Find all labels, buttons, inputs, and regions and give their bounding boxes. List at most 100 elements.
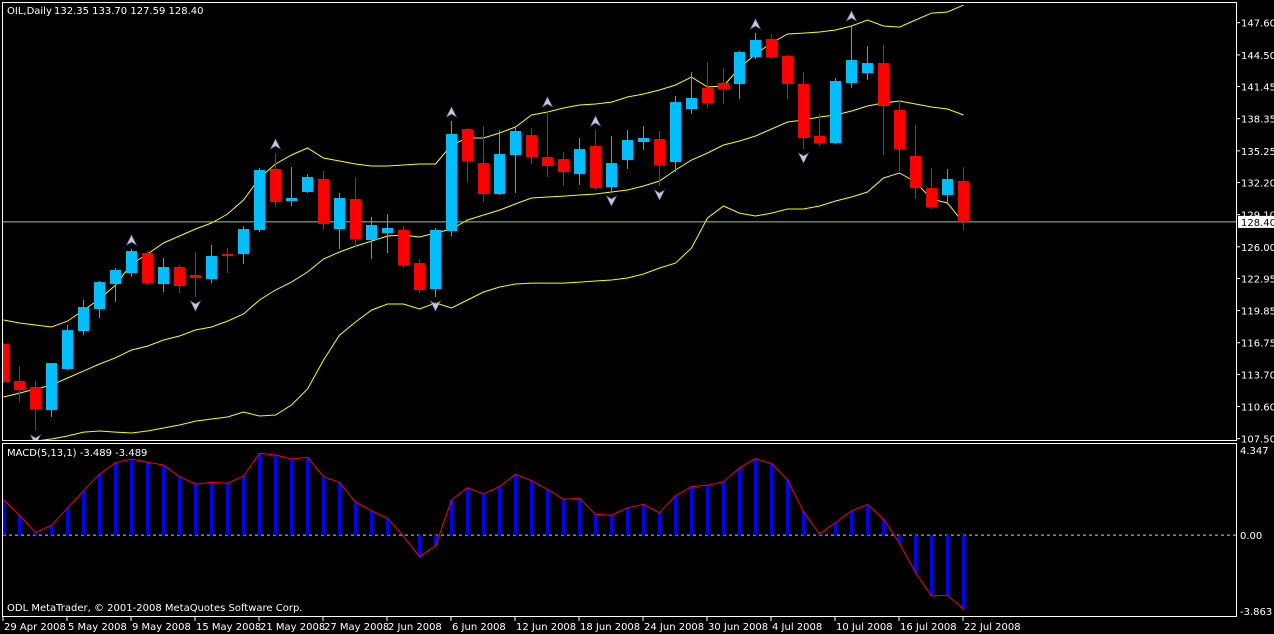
time-tick-label: 5 May 2008 — [68, 622, 127, 633]
macd-histogram-bar — [178, 476, 181, 536]
candle-body-bull — [366, 224, 377, 241]
macd-histogram-bar — [562, 499, 565, 536]
candle-body-bear — [318, 179, 329, 224]
price-tick-label: 144.50 — [1241, 51, 1274, 62]
macd-histogram-bar — [546, 489, 549, 536]
price-tick-label: 119.85 — [1241, 307, 1274, 318]
time-tick-label: 22 Jul 2008 — [964, 622, 1021, 633]
macd-histogram-bar — [114, 462, 117, 536]
candle-body-bear — [414, 263, 425, 291]
candle-body-bull — [254, 170, 265, 230]
candle[interactable] — [46, 363, 57, 418]
candle-body-bull — [862, 63, 873, 74]
macd-tick-label: 4.347 — [1240, 446, 1269, 457]
macd-histogram-bar — [306, 457, 309, 536]
candle-body-bull — [46, 363, 57, 411]
candle-body-bear — [958, 180, 969, 222]
candle[interactable] — [414, 259, 425, 294]
candle[interactable] — [430, 228, 441, 297]
candle[interactable] — [62, 325, 73, 371]
time-tick-label: 2 Jun 2008 — [388, 622, 442, 633]
candle[interactable] — [254, 167, 265, 233]
candle[interactable] — [830, 77, 841, 145]
candle-body-bull — [238, 229, 249, 255]
candle-body-bull — [382, 228, 393, 233]
time-tick-label: 18 Jun 2008 — [580, 622, 640, 633]
macd-histogram-bar — [482, 494, 485, 536]
macd-histogram-bar — [754, 458, 757, 536]
candle[interactable] — [142, 250, 153, 286]
candle-body-bull — [622, 140, 633, 161]
macd-histogram-bar — [290, 459, 293, 536]
macd-histogram-bar — [450, 499, 453, 536]
macd-histogram-bar — [146, 462, 149, 536]
candle-body-bear — [542, 157, 553, 166]
candle-body-bull — [94, 282, 105, 310]
macd-histogram-bar — [674, 495, 677, 536]
candle-body-bull — [78, 307, 89, 332]
macd-histogram-bar — [18, 514, 21, 536]
candle[interactable] — [398, 226, 409, 269]
time-tick-label: 9 May 2008 — [132, 622, 191, 633]
candle-body-bear — [782, 56, 793, 85]
candle-body-bull — [846, 60, 857, 83]
time-tick-label: 6 Jun 2008 — [452, 622, 506, 633]
candle-body-bear — [142, 253, 153, 284]
macd-histogram-bar — [514, 474, 517, 536]
candle-body-bear — [702, 88, 713, 103]
candle[interactable] — [670, 96, 681, 172]
macd-histogram-bar — [930, 535, 933, 596]
time-tick-label: 15 May 2008 — [196, 622, 261, 633]
chart-title-ohlc: 132.35 133.70 127.59 128.40 — [54, 6, 204, 17]
macd-histogram-bar — [242, 475, 245, 536]
current-price-label: 128.40 — [1238, 215, 1274, 229]
price-tick-label: 132.20 — [1241, 178, 1274, 189]
time-tick-label: 12 Jun 2008 — [516, 622, 576, 633]
candle-body-bull — [206, 256, 217, 280]
macd-histogram-bar — [594, 514, 597, 536]
candle-body-bull — [830, 81, 841, 144]
macd-histogram-bar — [162, 464, 165, 536]
candle-body-bear — [878, 63, 889, 107]
macd-histogram-bar — [274, 455, 277, 536]
time-tick-label: 16 Jul 2008 — [900, 622, 957, 633]
macd-histogram-bar — [98, 474, 101, 536]
candle[interactable] — [446, 121, 457, 236]
time-tick-label: 10 Jul 2008 — [836, 622, 893, 633]
candle-body-bear — [30, 387, 41, 410]
macd-histogram-bar — [690, 486, 693, 536]
macd-histogram-bar — [82, 490, 85, 536]
candle-body-bull — [734, 52, 745, 85]
candle-body-bear — [478, 163, 489, 194]
price-tick-label: 116.75 — [1241, 339, 1274, 350]
macd-histogram-bar — [722, 481, 725, 536]
macd-histogram-bar — [130, 459, 133, 536]
macd-histogram-bar — [354, 502, 357, 536]
chart-title-symbol: OIL,Daily — [7, 6, 52, 17]
time-tick-label: 21 May 2008 — [260, 622, 325, 633]
macd-histogram-bar — [370, 510, 373, 536]
macd-histogram-bar — [642, 504, 645, 536]
candle-body-bull — [574, 149, 585, 175]
candle[interactable] — [318, 171, 329, 230]
macd-histogram-bar — [914, 535, 917, 573]
price-tick-label: 126.00 — [1241, 243, 1274, 254]
candle[interactable] — [126, 249, 137, 277]
time-tick-label: 4 Jul 2008 — [772, 622, 822, 633]
candle-body-bull — [62, 330, 73, 369]
candle-body-bear — [270, 168, 281, 202]
macd-histogram-bar — [466, 487, 469, 536]
price-tick-label: 138.35 — [1241, 115, 1274, 126]
macd-histogram-bar — [418, 535, 421, 557]
time-tick-label: 30 Jun 2008 — [708, 622, 768, 633]
price-tick-label: 141.45 — [1241, 83, 1274, 94]
macd-histogram-bar — [578, 498, 581, 536]
candle-body-bull — [670, 102, 681, 163]
candle-body-bull — [686, 98, 697, 110]
candle-body-bull — [638, 137, 649, 143]
macd-histogram-bar — [66, 508, 69, 536]
time-tick-label: 27 May 2008 — [324, 622, 389, 633]
candle-body-bear — [526, 135, 537, 158]
candle-body-bear — [894, 109, 905, 150]
macd-tick-label: -3.863 — [1240, 607, 1272, 618]
